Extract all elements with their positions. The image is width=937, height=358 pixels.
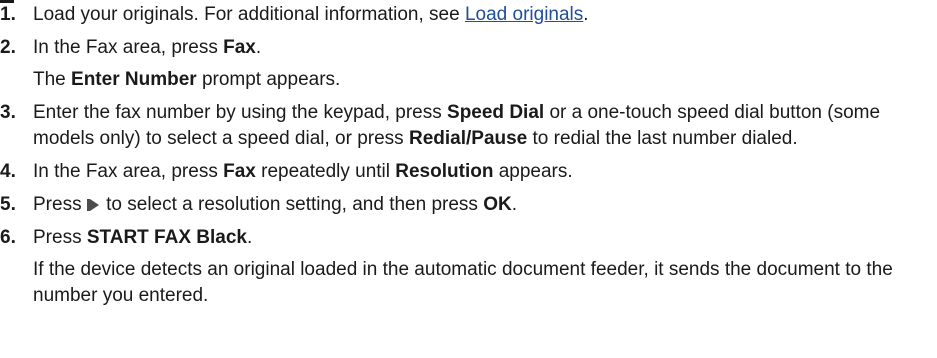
step-list: 1. Load your originals. For additional i… bbox=[0, 2, 937, 309]
load-originals-link[interactable]: Load originals bbox=[465, 4, 583, 25]
step-text: Enter the fax number by using the keypad… bbox=[33, 102, 881, 149]
step-6: 6. Press START FAX Black. If the device … bbox=[0, 225, 937, 309]
step-text: In the Fax area, press Fax repeatedly un… bbox=[33, 161, 573, 182]
step-result-text: If the device detects an original loaded… bbox=[33, 259, 893, 306]
step-number: 2. bbox=[0, 37, 16, 58]
step-5: 5. Press to select a resolution setting,… bbox=[0, 192, 937, 218]
step-result-text: The Enter Number prompt appears. bbox=[33, 69, 341, 90]
step-4: 4. In the Fax area, press Fax repeatedly… bbox=[0, 159, 937, 185]
step-number: 6. bbox=[0, 227, 16, 248]
step-1: 1. Load your originals. For additional i… bbox=[0, 2, 937, 28]
step-text: Press to select a resolution setting, an… bbox=[33, 194, 517, 215]
step-3: 3. Enter the fax number by using the key… bbox=[0, 100, 937, 152]
step-number: 3. bbox=[0, 102, 16, 123]
step-number: 1. bbox=[0, 4, 16, 25]
step-number: 4. bbox=[0, 161, 16, 182]
step-text: In the Fax area, press Fax. bbox=[33, 37, 262, 58]
step-text: Load your originals. For additional info… bbox=[33, 4, 589, 25]
step-2: 2. In the Fax area, press Fax. The Enter… bbox=[0, 35, 937, 93]
step-number: 5. bbox=[0, 194, 16, 215]
step-text: Press START FAX Black. bbox=[33, 227, 253, 248]
right-arrow-icon bbox=[86, 199, 99, 211]
